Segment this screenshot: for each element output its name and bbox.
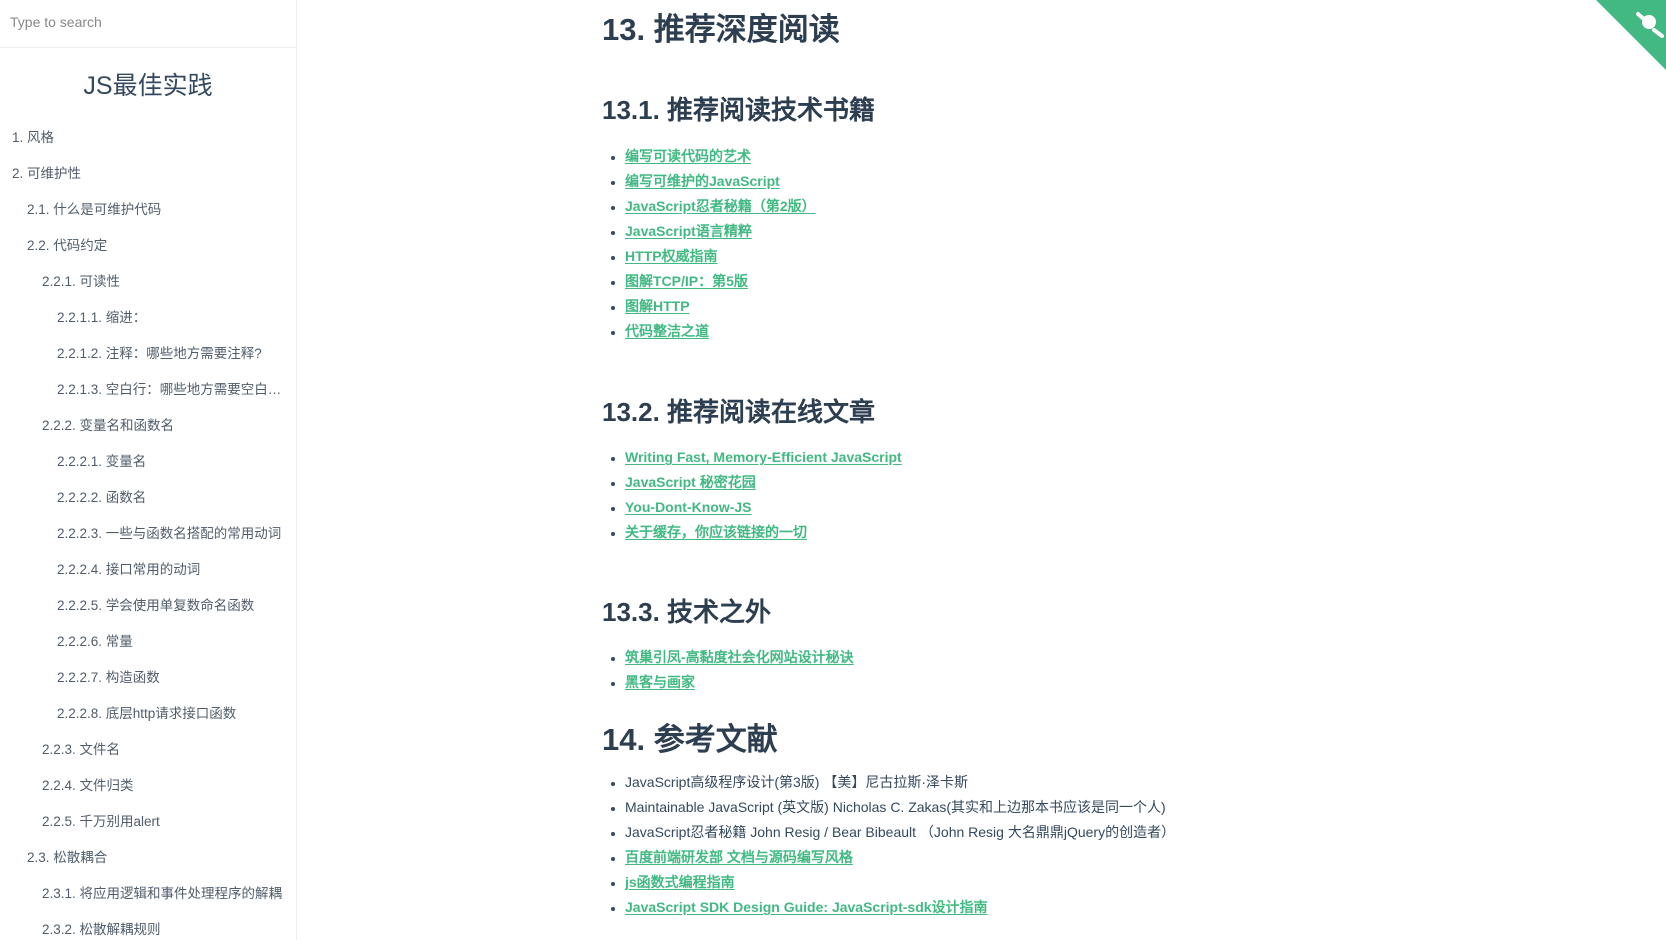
list-link[interactable]: 黑客与画家 (625, 674, 695, 690)
list-link[interactable]: JavaScript语言精粹 (625, 223, 752, 239)
list-item: 图解TCP/IP：第5版 (625, 269, 816, 294)
list-link[interactable]: 代码整洁之道 (625, 323, 709, 339)
sidebar-item[interactable]: 2.2.2.3. 一些与函数名搭配的常用动词 (0, 516, 296, 552)
list-item: 黑客与画家 (625, 670, 854, 695)
reference-item: js函数式编程指南 (625, 870, 1175, 895)
heading-14: 14. 参考文献 (602, 722, 778, 757)
reference-item: JavaScript忍者秘籍 John Resig / Bear Bibeaul… (625, 820, 1175, 845)
list-item: 编写可读代码的艺术 (625, 144, 816, 169)
list-link[interactable]: 关于缓存，你应该链接的一切 (625, 524, 807, 540)
sidebar-item[interactable]: 2.2.4. 文件归类 (0, 768, 296, 804)
list-link[interactable]: 筑巢引凤-高黏度社会化网站设计秘诀 (625, 649, 854, 665)
list-item: JavaScript语言精粹 (625, 219, 816, 244)
list-item: 关于缓存，你应该链接的一切 (625, 520, 902, 545)
reference-item: 百度前端研发部 文档与源码编写风格 (625, 845, 1175, 870)
book-list: 编写可读代码的艺术编写可维护的JavaScript JavaScript忍者秘籍（… (602, 144, 816, 344)
sidebar-item[interactable]: 2.1. 什么是可维护代码 (0, 192, 296, 228)
list-item: JavaScript 秘密花园 (625, 470, 902, 495)
sidebar-item[interactable]: 2.2.1.3. 空白行：哪些地方需要空白行? (0, 372, 296, 408)
list-item: 代码整洁之道 (625, 319, 816, 344)
sidebar-item[interactable]: 2.2.5. 千万别用alert (0, 804, 296, 840)
heading-13-1: 13.1. 推荐阅读技术书籍 (602, 95, 876, 125)
list-link[interactable]: JavaScript忍者秘籍（第2版） (625, 198, 816, 214)
sidebar-nav: 1. 风格 2. 可维护性 2.1. 什么是可维护代码 2.2. 代码约定 2.2.1.… (0, 120, 296, 940)
sidebar-item[interactable]: 2.2.2.5. 学会使用单复数命名函数 (0, 588, 296, 624)
sidebar-item[interactable]: 2. 可维护性 (0, 156, 296, 192)
reference-item: Maintainable JavaScript (英文版) Nicholas C… (625, 795, 1175, 820)
list-item: JavaScript忍者秘籍（第2版） (625, 194, 816, 219)
sidebar-item[interactable]: 2.2.3. 文件名 (0, 732, 296, 768)
sidebar-item[interactable]: 2.3. 松散耦合 (0, 840, 296, 876)
sidebar-item[interactable]: 2.2.2.7. 构造函数 (0, 660, 296, 696)
sidebar-item[interactable]: 2.2.1.1. 缩进： (0, 300, 296, 336)
sidebar-item[interactable]: 2.2.1. 可读性 (0, 264, 296, 300)
heading-13: 13. 推荐深度阅读 (602, 12, 840, 47)
list-item: You-Dont-Know-JS (625, 495, 902, 520)
article-list: Writing Fast, Memory-Efficient JavaScrip… (602, 445, 902, 545)
reference-item: JavaScript SDK Design Guide: JavaScript-… (625, 895, 1175, 920)
reference-link[interactable]: js函数式编程指南 (625, 874, 735, 890)
sidebar-item[interactable]: 2.2.2.6. 常量 (0, 624, 296, 660)
list-link[interactable]: 编写可读代码的艺术 (625, 148, 751, 164)
sidebar-item[interactable]: 2.2.2.4. 接口常用的动词 (0, 552, 296, 588)
reference-list: JavaScript高级程序设计(第3版) 【美】尼古拉斯·泽卡斯Maintai… (602, 770, 1175, 920)
heading-13-2: 13.2. 推荐阅读在线文章 (602, 397, 876, 427)
list-item: 图解HTTP (625, 294, 816, 319)
list-link[interactable]: JavaScript 秘密花园 (625, 474, 756, 490)
sidebar-item[interactable]: 2.2.2.8. 底层http请求接口函数 (0, 696, 296, 732)
reference-link[interactable]: 百度前端研发部 文档与源码编写风格 (625, 849, 853, 865)
list-item: Writing Fast, Memory-Efficient JavaScrip… (625, 445, 902, 470)
list-item: HTTP权威指南 (625, 244, 816, 269)
sidebar-item[interactable]: 2.2.2. 变量名和函数名 (0, 408, 296, 444)
heading-13-3: 13.3. 技术之外 (602, 597, 772, 627)
search-input[interactable] (10, 14, 270, 30)
outside-list: 筑巢引凤-高黏度社会化网站设计秘诀黑客与画家 (602, 645, 854, 695)
app-name-link[interactable]: JS最佳实践 (83, 72, 212, 100)
sidebar-item[interactable]: 1. 风格 (0, 120, 296, 156)
list-link[interactable]: 图解HTTP (625, 298, 690, 314)
sidebar-item[interactable]: 2.2.1.2. 注释：哪些地方需要注释? (0, 336, 296, 372)
github-corner-icon[interactable] (1596, 0, 1666, 70)
list-link[interactable]: Writing Fast, Memory-Efficient JavaScrip… (625, 449, 902, 465)
search-bar (0, 0, 296, 48)
sidebar-item[interactable]: 2.2.2.2. 函数名 (0, 480, 296, 516)
list-link[interactable]: 图解TCP/IP：第5版 (625, 273, 748, 289)
reference-item: JavaScript高级程序设计(第3版) 【美】尼古拉斯·泽卡斯 (625, 770, 1175, 795)
reference-link[interactable]: JavaScript SDK Design Guide: JavaScript-… (625, 899, 988, 915)
sidebar-item[interactable]: 2.2.2.1. 变量名 (0, 444, 296, 480)
sidebar: JS最佳实践 1. 风格2. 可维护性2.1. 什么是可维护代码2.2. 代码约… (0, 0, 297, 940)
sidebar-item[interactable]: 2.2. 代码约定 (0, 228, 296, 264)
app-name: JS最佳实践 (0, 66, 296, 102)
list-link[interactable]: 编写可维护的JavaScript (625, 173, 780, 189)
sidebar-item[interactable]: 2.3.1. 将应用逻辑和事件处理程序的解耦 (0, 876, 296, 912)
list-link[interactable]: You-Dont-Know-JS (625, 499, 752, 515)
list-item: 编写可维护的JavaScript (625, 169, 816, 194)
list-link[interactable]: HTTP权威指南 (625, 248, 718, 264)
list-item: 筑巢引凤-高黏度社会化网站设计秘诀 (625, 645, 854, 670)
sidebar-item[interactable]: 2.3.2. 松散解耦规则 (0, 912, 296, 940)
